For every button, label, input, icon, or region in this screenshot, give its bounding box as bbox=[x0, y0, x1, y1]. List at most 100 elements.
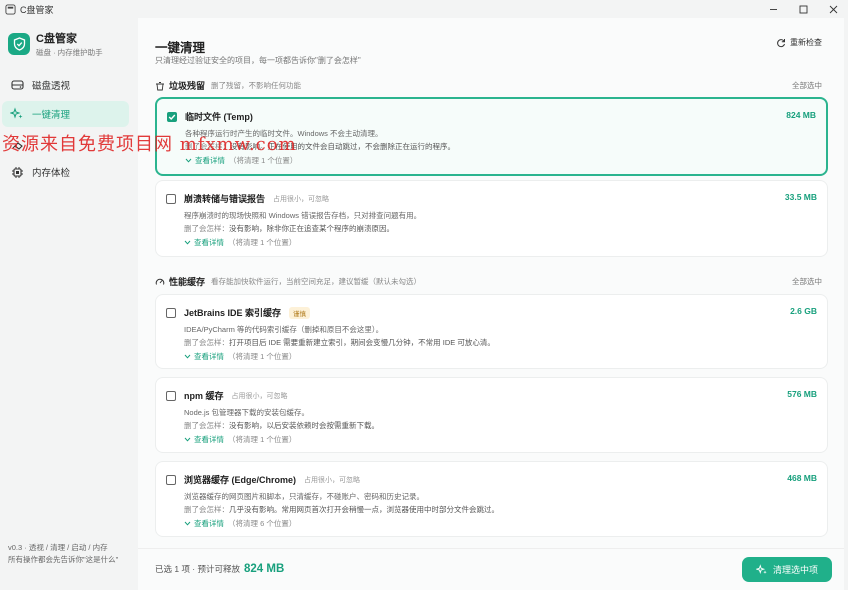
refresh-button[interactable]: 重新检查 bbox=[776, 37, 822, 48]
item-title-row: 崩溃转储与错误报告 占用很小，可忽略 bbox=[184, 192, 329, 205]
watermark-text: 资源来自免费项目网 mfxmw.com bbox=[2, 134, 297, 155]
chip-icon bbox=[10, 165, 24, 179]
check-icon bbox=[168, 114, 176, 121]
item-size: 468 MB bbox=[787, 473, 817, 483]
item-description: IDEA/PyCharm 等的代码索引缓存（删掉和原目不会这里）。 bbox=[184, 325, 384, 334]
view-details-link[interactable]: 查看详情 （将清理 1 个位置） bbox=[184, 351, 296, 362]
item-impact: 删了会怎样：没有影响，以后安装依赖时会按需重新下载。 bbox=[184, 420, 379, 431]
item-title-row: JetBrains IDE 索引缓存 谨慎 bbox=[184, 306, 311, 319]
item-description: 程序崩溃时的现场快照和 Windows 错误报告存档，只对排查问题有用。 bbox=[184, 211, 422, 220]
details-label: 查看详情 bbox=[194, 352, 224, 361]
item-title-row: 临时文件 (Temp) bbox=[185, 110, 253, 123]
impact-text: 几乎没有影响。常用网页首次打开会稍慢一点，浏览器使用中时部分文件会跳过。 bbox=[229, 505, 499, 514]
item-checkbox[interactable] bbox=[166, 308, 176, 318]
item-title: JetBrains IDE 索引缓存 bbox=[184, 308, 282, 318]
details-label: 查看详情 bbox=[194, 238, 224, 247]
impact-label: 删了会怎样： bbox=[184, 421, 229, 430]
item-description: Node.js 包管理器下载的安装包缓存。 bbox=[184, 408, 310, 417]
refresh-label: 重新检查 bbox=[790, 38, 822, 47]
shield-icon bbox=[8, 33, 30, 55]
details-count: （将清理 1 个位置） bbox=[228, 238, 297, 247]
section-header-junk: 垃圾残留 删了残留，不影响任何功能 全部选中 bbox=[155, 79, 822, 92]
chevron-down-icon bbox=[185, 157, 192, 164]
window-title: C盘管家 bbox=[20, 4, 54, 15]
clean-item-card[interactable]: 崩溃转储与错误报告 占用很小，可忽略 33.5 MB 程序崩溃时的现场快照和 W… bbox=[155, 180, 828, 257]
details-count: （将清理 1 个位置） bbox=[228, 435, 297, 444]
item-description: 浏览器缓存的网页图片和脚本，只清缓存，不碰账户、密码和历史记录。 bbox=[184, 492, 424, 501]
select-all-link[interactable]: 全部选中 bbox=[792, 276, 822, 287]
gauge-icon bbox=[155, 277, 165, 287]
brand: C盘管家 磁盘 · 内存维护助手 bbox=[8, 30, 103, 58]
view-details-link[interactable]: 查看详情 （将清理 1 个位置） bbox=[185, 155, 297, 166]
item-checkbox[interactable] bbox=[166, 475, 176, 485]
item-impact: 删了会怎样：打开项目后 IDE 需要重新建立索引，期间会变慢几分钟，不常用 ID… bbox=[184, 337, 495, 348]
selection-size: 824 MB bbox=[244, 563, 285, 575]
select-all-link[interactable]: 全部选中 bbox=[792, 80, 822, 91]
title-bar: C盘管家 bbox=[0, 0, 848, 18]
impact-label: 删了会怎样： bbox=[184, 338, 229, 347]
sidebar: C盘管家 磁盘 · 内存维护助手 磁盘透视 一键清理 内存体检 v0.3 · 透… bbox=[0, 18, 136, 590]
item-checkbox[interactable] bbox=[166, 391, 176, 401]
details-count: （将清理 6 个位置） bbox=[228, 519, 297, 528]
item-title-row: 浏览器缓存 (Edge/Chrome) 占用很小，可忽略 bbox=[184, 473, 360, 486]
item-size: 33.5 MB bbox=[784, 192, 817, 202]
page-title: 一键清理 bbox=[155, 41, 206, 55]
item-size: 2.6 GB bbox=[790, 306, 817, 316]
action-footer: 已选 1 项 · 预计可释放 824 MB 清理选中项 bbox=[138, 548, 844, 590]
impact-text: 没有影响，除非你正在追查某个程序的崩溃原因。 bbox=[229, 224, 394, 233]
impact-label: 删了会怎样： bbox=[184, 505, 229, 514]
main-content: 一键清理 只清理经过验证安全的项目，每一项都告诉你"删了会怎样" 重新检查 垃圾… bbox=[138, 18, 844, 590]
chevron-down-icon bbox=[184, 436, 191, 443]
sidebar-item-label: 一键清理 bbox=[32, 110, 71, 121]
selection-text: 已选 1 项 · 预计可释放 bbox=[155, 564, 241, 574]
clean-selected-button[interactable]: 清理选中项 bbox=[742, 557, 832, 582]
maximize-button[interactable] bbox=[788, 0, 818, 18]
impact-text: 打开项目后 IDE 需要重新建立索引，期间会变慢几分钟，不常用 IDE 可放心清… bbox=[229, 338, 495, 347]
details-count: （将清理 1 个位置） bbox=[228, 352, 297, 361]
view-details-link[interactable]: 查看详情 （将清理 1 个位置） bbox=[184, 434, 296, 445]
section-header-performance: 性能缓存 看存能加快软件运行，当前空间充足，建议暂缓（默认未勾选） 全部选中 bbox=[155, 275, 822, 288]
version-note: v0.3 · 透视 / 清理 / 启动 / 内存 所有操作都会先告诉你"这是什么… bbox=[8, 543, 119, 564]
clean-item-card[interactable]: JetBrains IDE 索引缓存 谨慎 2.6 GB IDEA/PyChar… bbox=[155, 294, 828, 369]
details-label: 查看详情 bbox=[195, 156, 225, 165]
sidebar-item-disk-view[interactable]: 磁盘透视 bbox=[2, 72, 129, 98]
item-title: 浏览器缓存 (Edge/Chrome) bbox=[184, 475, 297, 485]
selection-summary: 已选 1 项 · 预计可释放 824 MB bbox=[155, 563, 284, 575]
item-note: 占用很小，可忽略 bbox=[304, 476, 361, 484]
clean-item-card[interactable]: npm 缓存 占用很小，可忽略 576 MB Node.js 包管理器下载的安装… bbox=[155, 377, 828, 453]
disk-icon bbox=[10, 78, 24, 92]
view-details-link[interactable]: 查看详情 （将清理 1 个位置） bbox=[184, 237, 296, 248]
chevron-down-icon bbox=[184, 520, 191, 527]
page-description: 只清理经过验证安全的项目，每一项都告诉你"删了会怎样" bbox=[155, 56, 361, 65]
sidebar-item-one-click-clean[interactable]: 一键清理 bbox=[2, 101, 129, 127]
app-icon bbox=[4, 3, 16, 15]
refresh-icon bbox=[776, 38, 786, 48]
item-size: 576 MB bbox=[787, 389, 817, 399]
section-title: 性能缓存 bbox=[169, 277, 206, 287]
item-title: 临时文件 (Temp) bbox=[185, 112, 253, 122]
clean-button-label: 清理选中项 bbox=[772, 565, 818, 575]
close-button[interactable] bbox=[818, 0, 848, 18]
sparkle-icon bbox=[10, 107, 24, 121]
clean-item-card[interactable]: 浏览器缓存 (Edge/Chrome) 占用很小，可忽略 468 MB 浏览器缓… bbox=[155, 461, 828, 537]
chevron-down-icon bbox=[184, 353, 191, 360]
impact-label: 删了会怎样： bbox=[184, 224, 229, 233]
item-impact: 删了会怎样：几乎没有影响。常用网页首次打开会稍慢一点，浏览器使用中时部分文件会跳… bbox=[184, 504, 499, 515]
sidebar-item-memory-check[interactable]: 内存体检 bbox=[2, 159, 129, 185]
sidebar-item-label: 磁盘透视 bbox=[32, 81, 71, 92]
view-details-link[interactable]: 查看详情 （将清理 6 个位置） bbox=[184, 518, 296, 529]
section-title: 垃圾残留 bbox=[169, 81, 206, 91]
item-note: 占用很小，可忽略 bbox=[273, 195, 330, 203]
item-impact: 删了会怎样：没有影响，除非你正在追查某个程序的崩溃原因。 bbox=[184, 223, 394, 234]
minimize-button[interactable] bbox=[758, 0, 788, 18]
section-subtitle: 删了残留，不影响任何功能 bbox=[211, 81, 302, 90]
item-title: npm 缓存 bbox=[184, 391, 224, 401]
item-note: 占用很小，可忽略 bbox=[231, 392, 288, 400]
section-subtitle: 看存能加快软件运行，当前空间充足，建议暂缓（默认未勾选） bbox=[211, 277, 422, 286]
details-label: 查看详情 bbox=[194, 519, 224, 528]
item-checkbox[interactable] bbox=[167, 112, 177, 122]
item-size: 824 MB bbox=[786, 110, 816, 120]
item-checkbox[interactable] bbox=[166, 194, 176, 204]
chevron-down-icon bbox=[184, 239, 191, 246]
caution-badge: 谨慎 bbox=[289, 306, 311, 319]
